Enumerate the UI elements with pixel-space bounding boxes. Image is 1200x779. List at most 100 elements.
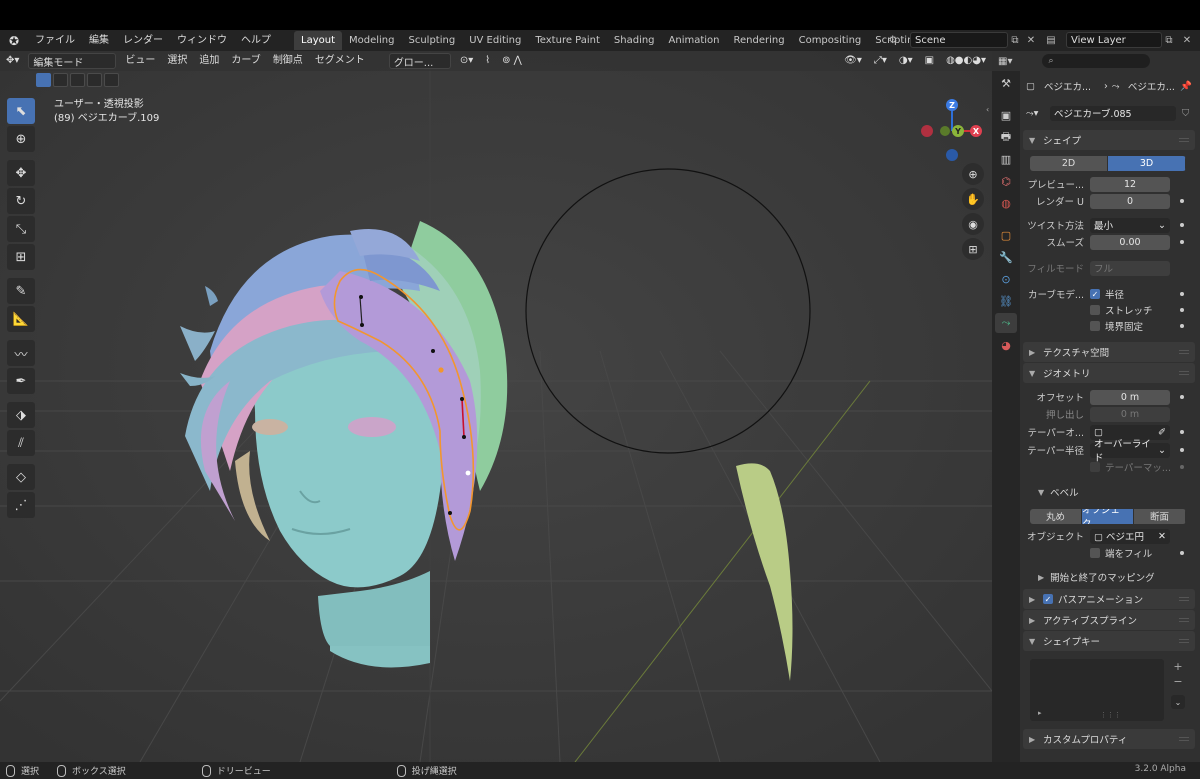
scene-close-icon[interactable]: ✕ — [1024, 32, 1038, 48]
select-intersect-icon[interactable] — [104, 73, 119, 87]
clear-x-icon[interactable]: ✕ — [1158, 531, 1166, 542]
list-expand-icon[interactable]: ▸ — [1038, 709, 1042, 717]
annotate-tool-icon[interactable]: ✎ — [7, 278, 35, 304]
preview-resolution-field[interactable]: 12 — [1090, 176, 1170, 192]
snap-icon[interactable]: ⌇ — [479, 51, 496, 71]
navigation-gizmo[interactable]: Z X Y — [915, 96, 985, 166]
camera-icon[interactable]: ◉ — [962, 213, 984, 235]
drag-grip-icon[interactable] — [1179, 639, 1189, 643]
scene-tab-icon[interactable]: ⌬ — [995, 171, 1017, 191]
tab-layout[interactable]: Layout — [294, 31, 342, 50]
visibility-icon[interactable]: 👁▾ — [838, 51, 868, 71]
keyframe-dot-icon[interactable] — [1180, 240, 1184, 244]
path-animation-checkbox[interactable]: ✓ — [1043, 594, 1053, 604]
transform-tool-icon[interactable]: ⊞ — [7, 244, 35, 270]
tool-tab-icon[interactable]: ⚒ — [995, 73, 1017, 93]
menu-render[interactable]: レンダー — [116, 30, 170, 51]
pen-tool-icon[interactable]: ✒ — [7, 368, 35, 394]
keyframe-dot-icon[interactable] — [1180, 199, 1184, 203]
curve-data-tab-icon[interactable]: ⤳ — [995, 313, 1017, 333]
pivot-icon[interactable]: ⊙▾ — [454, 51, 479, 71]
fake-user-shield-icon[interactable]: ⛉ — [1182, 108, 1189, 119]
tab-modeling[interactable]: Modeling — [342, 31, 402, 50]
grid-toggle-icon[interactable]: ⊞ — [962, 238, 984, 260]
material-tab-icon[interactable]: ◕ — [995, 335, 1017, 355]
sidebar-toggle-icon[interactable]: ‹ — [986, 105, 989, 114]
select-invert-icon[interactable] — [87, 73, 102, 87]
menu-select[interactable]: 選択 — [161, 51, 193, 71]
menu-edit[interactable]: 編集 — [82, 30, 116, 51]
twist-method-dropdown[interactable]: 最小 ⌄ — [1090, 217, 1170, 233]
keyframe-dot-icon[interactable] — [1180, 430, 1184, 434]
drag-grip-icon[interactable] — [1179, 597, 1189, 601]
shading-modes-icon[interactable]: ◍●◐◕▾ — [940, 51, 992, 71]
render-tab-icon[interactable]: ▣ — [995, 105, 1017, 125]
view-layer-tab-icon[interactable]: ▥ — [995, 149, 1017, 169]
view-layer-copy-icon[interactable]: ⧉ — [1162, 32, 1176, 48]
mode-3d-button[interactable]: 3D — [1108, 155, 1186, 171]
drag-grip-icon[interactable] — [1179, 350, 1189, 354]
section-path-animation[interactable]: ▶ ✓ パスアニメーション — [1023, 589, 1195, 609]
overlay-toggle-icon[interactable]: ◑▾ — [893, 51, 919, 71]
menu-control-points[interactable]: 制御点 — [267, 51, 309, 71]
radius-checkbox[interactable]: ✓ — [1090, 289, 1100, 299]
move-tool-icon[interactable]: ✥ — [7, 160, 35, 186]
keyframe-dot-icon[interactable] — [1180, 395, 1184, 399]
menu-help[interactable]: ヘルプ — [234, 30, 278, 51]
offset-field[interactable]: 0 m — [1090, 389, 1170, 405]
properties-search-input[interactable]: ⌕ — [1042, 54, 1151, 68]
section-shape-keys[interactable]: ▼ シェイプキー — [1023, 631, 1195, 651]
taper-radius-dropdown[interactable]: オーバーライド ⌄ — [1090, 439, 1170, 464]
tab-animation[interactable]: Animation — [662, 31, 727, 50]
section-texture-space[interactable]: ▶ テクスチャ空間 — [1023, 342, 1195, 362]
tab-sculpting[interactable]: Sculpting — [402, 31, 463, 50]
keyframe-dot-icon[interactable] — [1180, 292, 1184, 296]
tab-texture-paint[interactable]: Texture Paint — [528, 31, 607, 50]
keyframe-dot-icon[interactable] — [1180, 223, 1184, 227]
scale-tool-icon[interactable]: ⤡ — [7, 216, 35, 242]
radius-tool-icon[interactable]: ⫽ — [7, 430, 35, 456]
smooth-field[interactable]: 0.00 — [1090, 234, 1170, 250]
select-extend-icon[interactable] — [53, 73, 68, 87]
remove-shape-key-icon[interactable]: − — [1171, 674, 1185, 688]
cursor-tool-icon[interactable]: ⊕ — [7, 126, 35, 152]
world-tab-icon[interactable]: ◍ — [995, 193, 1017, 213]
3d-viewport[interactable]: ✥▾ 編集モード ビュー 選択 追加 カーブ 制御点 セグメント グロー... … — [0, 51, 992, 762]
mode-2d-button[interactable]: 2D — [1030, 155, 1108, 171]
orientation-selector[interactable]: グロー... — [388, 53, 451, 69]
menu-add[interactable]: 追加 — [193, 51, 225, 71]
extrude-tool-icon[interactable]: ⬗ — [7, 402, 35, 428]
editor-type-icon[interactable]: ✥▾ — [0, 51, 25, 71]
pin-icon[interactable]: 📌 — [1180, 81, 1192, 92]
select-new-icon[interactable] — [36, 73, 51, 87]
select-box-tool-icon[interactable]: ⬉ — [7, 98, 35, 124]
proportional-edit-icon[interactable]: ⊚ ⋀ — [496, 51, 528, 71]
keyframe-dot-icon[interactable] — [1180, 324, 1184, 328]
tab-uv-editing[interactable]: UV Editing — [462, 31, 528, 50]
properties-editor-icon[interactable]: ▦▾ — [992, 56, 1018, 67]
bevel-object-button[interactable]: オブジェク... — [1082, 508, 1134, 524]
drag-grip-icon[interactable] — [1179, 371, 1189, 375]
view-layer-icon[interactable]: ▤ — [1044, 32, 1058, 48]
select-subtract-icon[interactable] — [70, 73, 85, 87]
constraints-tab-icon[interactable]: ⛓ — [995, 291, 1017, 311]
tab-shading[interactable]: Shading — [607, 31, 662, 50]
menu-curve[interactable]: カーブ — [225, 51, 266, 71]
add-shape-key-icon[interactable]: + — [1171, 659, 1185, 673]
selected-control-point[interactable] — [438, 367, 444, 373]
tilt-tool-icon[interactable]: ◇ — [7, 464, 35, 490]
menu-segments[interactable]: セグメント — [309, 51, 371, 71]
blender-logo-icon[interactable]: ✪ — [6, 33, 22, 49]
drag-grip-icon[interactable] — [1179, 737, 1189, 741]
randomize-tool-icon[interactable]: ⋰ — [7, 492, 35, 518]
xray-icon[interactable]: ▣ — [919, 51, 940, 71]
zoom-icon[interactable]: ⊕ — [962, 163, 984, 185]
menu-window[interactable]: ウィンドウ — [170, 30, 234, 51]
gizmo-toggle-icon[interactable]: ⤢▾ — [868, 51, 893, 71]
datablock-name-field[interactable]: ベジエカーブ.085 — [1050, 105, 1176, 121]
output-tab-icon[interactable]: 🖶 — [995, 127, 1017, 147]
section-custom-properties[interactable]: ▶ カスタムプロパティ — [1023, 729, 1195, 749]
bevel-profile-button[interactable]: 断面 — [1134, 508, 1186, 524]
bounds-clamp-checkbox[interactable] — [1090, 321, 1100, 331]
keyframe-dot-icon[interactable] — [1180, 551, 1184, 555]
